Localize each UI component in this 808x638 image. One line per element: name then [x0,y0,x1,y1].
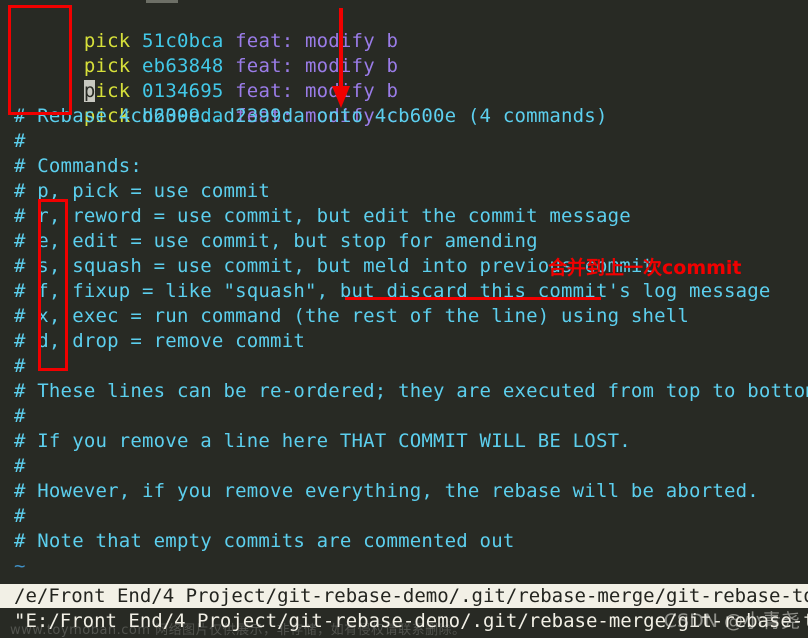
todo-command[interactable]: pick [84,30,131,52]
meld-into-previous-commit-underline [345,297,601,300]
todo-message: feat: modify b [235,55,399,77]
todo-message: feat: modify b [235,80,399,102]
comment-line: # These lines can be re-ordered; they ar… [14,380,808,402]
down-arrow-icon [332,8,350,108]
comment-line: # [14,355,26,377]
annotation-note: 合并到上一次commit [548,257,742,279]
comment-line: # Rebase 4cb600e..d2399da onto 4cb600e (… [14,105,608,127]
statusline-filepath: /e/Front End/4 Project/git-rebase-demo/.… [0,584,808,608]
comment-line: # However, if you remove everything, the… [14,480,759,502]
todo-command-rest[interactable]: ick [95,80,130,102]
empty-line-marker: ~ [14,555,26,577]
comment-line: # If you remove a line here THAT COMMIT … [14,430,631,452]
editor-buffer[interactable]: pick 51c0bca feat: modify b pick eb63848… [0,0,808,579]
todo-hash: eb63848 [142,55,224,77]
terminal-window: pick 51c0bca feat: modify b pick eb63848… [0,0,808,638]
comment-line: # e, edit = use commit, but stop for ame… [14,230,538,252]
todo-hash: 51c0bca [142,30,224,52]
text-cursor[interactable]: p [83,80,96,102]
todo-hash: 0134695 [142,80,224,102]
comment-line: # [14,455,26,477]
comment-line: # Note that empty commits are commented … [14,530,515,552]
comment-line: # f, fixup = like "squash", but discard … [14,280,771,302]
comment-line: # Commands: [14,155,143,177]
comment-line: # [14,130,26,152]
command-line: "E:/Front End/4 Project/git-rebase-demo/… [0,609,808,633]
comment-line: # p, pick = use commit [14,180,271,202]
todo-command[interactable]: pick [84,55,131,77]
comment-line: # [14,405,26,427]
comment-line: # [14,505,26,527]
comment-line: # x, exec = run command (the rest of the… [14,305,690,327]
todo-line[interactable]: pick 51c0bca feat: modify b [0,4,808,52]
comment-line: # r, reword = use commit, but edit the c… [14,205,631,227]
todo-message: feat: modify b [235,30,399,52]
comment-line: # d, drop = remove commit [14,330,305,352]
